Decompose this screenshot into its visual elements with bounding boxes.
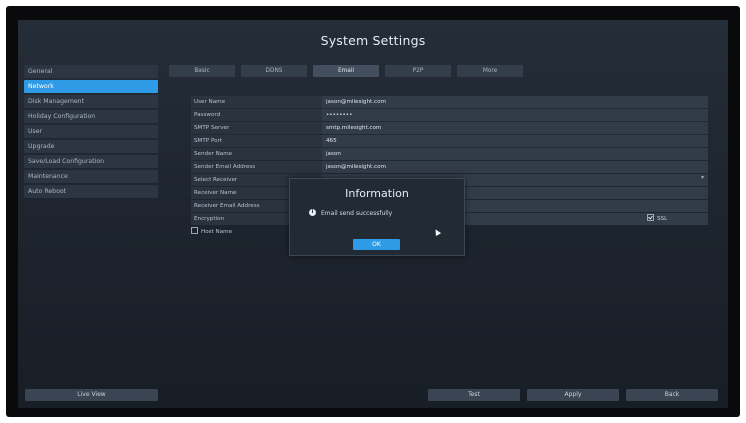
tab-ddns[interactable]: DDNS: [241, 65, 307, 77]
sender-email-label: Sender Email Address: [191, 161, 322, 173]
sidebar-item-general[interactable]: General: [24, 65, 158, 78]
back-button[interactable]: Back: [626, 389, 718, 401]
smtp-port-row: SMTP Port 465: [191, 135, 708, 148]
password-label: Password: [191, 109, 322, 121]
user-name-label: User Name: [191, 96, 322, 108]
tab-more[interactable]: More: [457, 65, 523, 77]
sidebar-item-holiday-configuration[interactable]: Holiday Configuration: [24, 110, 158, 123]
sidebar-item-user[interactable]: User: [24, 125, 158, 138]
tab-email[interactable]: Email: [313, 65, 379, 77]
chevron-down-icon[interactable]: ▾: [701, 174, 704, 181]
sender-name-row: Sender Name jason: [191, 148, 708, 161]
apply-button[interactable]: Apply: [527, 389, 619, 401]
dialog-message-text: Email send successfully: [321, 210, 393, 217]
dialog-message: i Email send successfully: [309, 209, 392, 219]
tab-p2p[interactable]: P2P: [385, 65, 451, 77]
password-field[interactable]: ••••••••: [322, 109, 708, 121]
user-name-field[interactable]: jason@milesight.com: [322, 96, 708, 108]
user-name-row: User Name jason@milesight.com: [191, 96, 708, 109]
smtp-server-label: SMTP Server: [191, 122, 322, 134]
smtp-server-row: SMTP Server smtp.milesight.com: [191, 122, 708, 135]
sidebar-item-network[interactable]: Network: [24, 80, 158, 93]
sender-email-row: Sender Email Address jason@milesight.com: [191, 161, 708, 174]
password-row: Password ••••••••: [191, 109, 708, 122]
sender-name-label: Sender Name: [191, 148, 322, 160]
ok-button[interactable]: OK: [353, 239, 400, 250]
tab-basic[interactable]: Basic: [169, 65, 235, 77]
checkbox-checked-icon: [647, 214, 654, 221]
settings-screen: System Settings General Network Disk Man…: [18, 20, 728, 408]
sender-email-field[interactable]: jason@milesight.com: [322, 161, 708, 173]
sidebar: General Network Disk Management Holiday …: [24, 65, 158, 200]
sidebar-item-disk-management[interactable]: Disk Management: [24, 95, 158, 108]
ssl-label: SSL: [657, 216, 668, 222]
checkbox-unchecked-icon: [191, 227, 198, 234]
smtp-server-field[interactable]: smtp.milesight.com: [322, 122, 708, 134]
ssl-checkbox[interactable]: SSL: [647, 213, 667, 225]
sender-name-field[interactable]: jason: [322, 148, 708, 160]
host-name-checkbox[interactable]: Host Name: [191, 227, 232, 238]
smtp-port-field[interactable]: 465: [322, 135, 708, 147]
test-button[interactable]: Test: [428, 389, 520, 401]
sidebar-item-auto-reboot[interactable]: Auto Reboot: [24, 185, 158, 198]
sidebar-item-save-load-configuration[interactable]: Save/Load Configuration: [24, 155, 158, 168]
live-view-button[interactable]: Live View: [25, 389, 158, 401]
smtp-port-label: SMTP Port: [191, 135, 322, 147]
information-dialog: Information i Email send successfully OK: [289, 178, 465, 256]
sidebar-item-upgrade[interactable]: Upgrade: [24, 140, 158, 153]
info-icon: i: [309, 209, 316, 216]
page-title: System Settings: [320, 33, 426, 48]
dialog-title: Information: [345, 187, 409, 200]
sidebar-item-maintenance[interactable]: Maintenance: [24, 170, 158, 183]
host-name-label: Host Name: [201, 229, 233, 235]
